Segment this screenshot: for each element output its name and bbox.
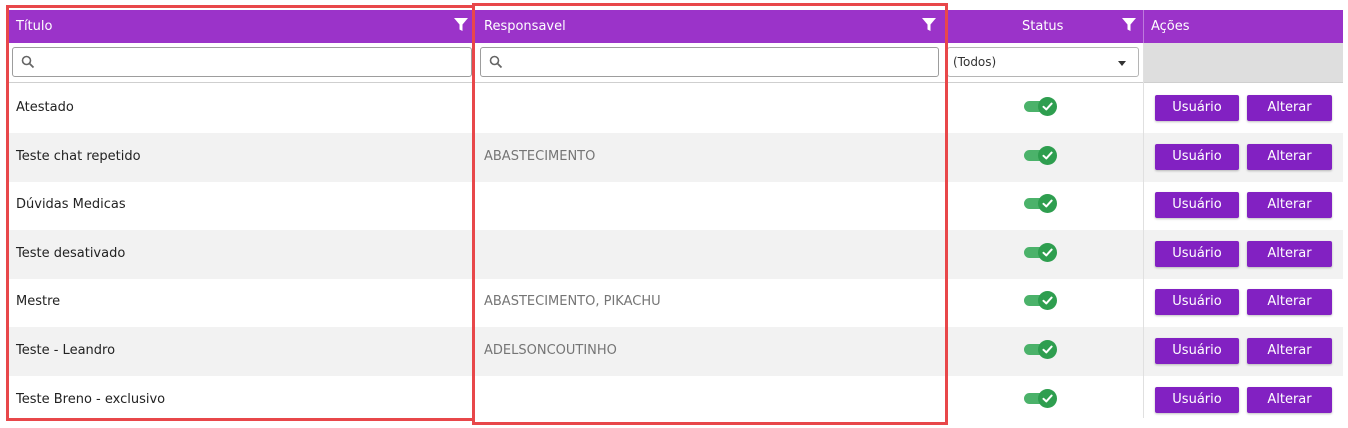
row-titulo: Atestado: [16, 100, 74, 115]
status-filter-select[interactable]: (Todos): [947, 47, 1139, 77]
usuario-button[interactable]: Usuário: [1155, 338, 1239, 364]
toggle-on-check-icon: [1038, 340, 1057, 359]
header-titulo-label: Título: [16, 19, 53, 34]
row-titulo: Teste Breno - exclusivo: [16, 391, 166, 407]
filter-icon[interactable]: [454, 18, 468, 32]
status-toggle[interactable]: [1024, 340, 1058, 360]
status-filter-value: (Todos): [953, 55, 997, 69]
row-responsavel: ABASTECIMENTO, PIKACHU: [484, 294, 661, 310]
header-divider: [1143, 10, 1144, 43]
filter-icon[interactable]: [1122, 18, 1136, 32]
usuario-button[interactable]: Usuário: [1155, 143, 1239, 170]
toggle-on-check-icon: [1038, 145, 1057, 165]
header-titulo[interactable]: Título: [6, 10, 474, 43]
toggle-on-check-icon: [1038, 242, 1057, 262]
search-icon: [489, 55, 503, 69]
usuario-button[interactable]: Usuário: [1155, 289, 1239, 316]
status-toggle[interactable]: [1024, 194, 1058, 214]
toggle-on-check-icon: [1038, 291, 1057, 311]
alterar-button[interactable]: Alterar: [1247, 386, 1332, 413]
status-toggle[interactable]: [1024, 97, 1058, 117]
header-responsavel[interactable]: Responsavel: [474, 10, 944, 43]
alterar-button[interactable]: Alterar: [1247, 143, 1332, 170]
alterar-button[interactable]: Alterar: [1247, 240, 1332, 267]
toggle-on-check-icon: [1038, 97, 1057, 116]
header-acoes: Ações: [1143, 10, 1343, 43]
toggle-on-check-icon: [1038, 194, 1057, 214]
alterar-button[interactable]: Alterar: [1247, 192, 1332, 219]
row-titulo: Dúvidas Medicas: [16, 197, 126, 213]
header-status[interactable]: Status: [944, 10, 1143, 43]
row-titulo: Teste desativado: [16, 245, 126, 261]
alterar-button[interactable]: Alterar: [1247, 338, 1332, 364]
usuario-button[interactable]: Usuário: [1155, 192, 1239, 219]
alterar-button[interactable]: Alterar: [1247, 289, 1332, 316]
row-titulo: Mestre: [16, 294, 61, 310]
header-responsavel-label: Responsavel: [484, 19, 566, 34]
status-toggle[interactable]: [1024, 388, 1058, 409]
usuario-button[interactable]: Usuário: [1155, 95, 1239, 121]
status-toggle[interactable]: [1024, 242, 1058, 263]
responsavel-search-input[interactable]: [480, 47, 939, 77]
caret-down-icon: [1118, 61, 1126, 66]
filter-icon[interactable]: [922, 18, 936, 32]
acoes-column-border: [1143, 43, 1144, 418]
alterar-button[interactable]: Alterar: [1247, 95, 1332, 121]
titulo-search-input[interactable]: [12, 47, 472, 77]
status-toggle[interactable]: [1024, 291, 1058, 311]
header-status-label: Status: [1022, 19, 1064, 34]
row-responsavel: ADELSONCOUTINHO: [484, 343, 617, 358]
header-acoes-label: Ações: [1151, 19, 1190, 34]
acoes-filter-empty: [1144, 43, 1343, 82]
row-responsavel: ABASTECIMENTO: [484, 148, 596, 164]
status-toggle[interactable]: [1024, 145, 1058, 166]
row-titulo: Teste chat repetido: [16, 148, 141, 164]
usuario-button[interactable]: Usuário: [1155, 240, 1239, 267]
row-titulo: Teste - Leandro: [16, 343, 116, 358]
search-icon: [21, 55, 35, 69]
usuario-button[interactable]: Usuário: [1155, 386, 1239, 413]
toggle-on-check-icon: [1038, 388, 1057, 408]
